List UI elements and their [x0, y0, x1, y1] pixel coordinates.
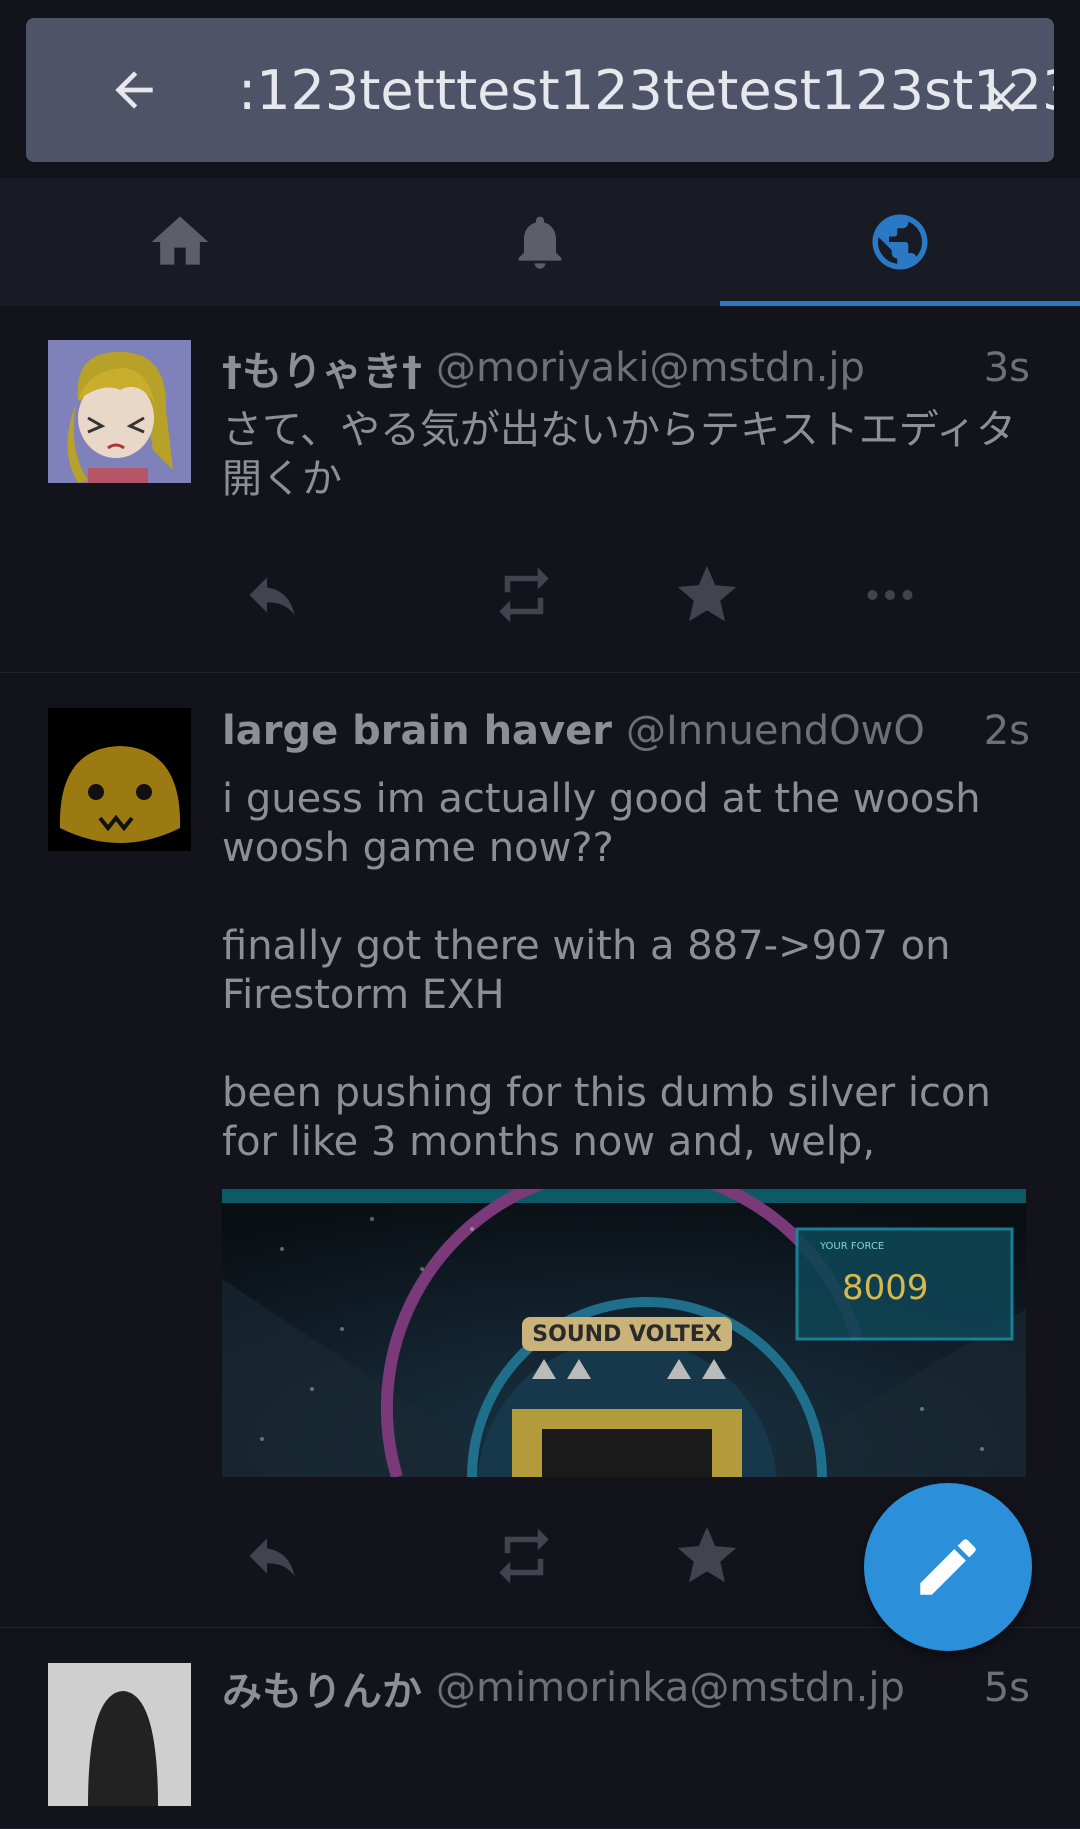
repeat-icon: [499, 1528, 549, 1584]
tab-federated[interactable]: [720, 178, 1080, 306]
reply-button[interactable]: [242, 1526, 333, 1586]
media-screenshot-image: SOUND VOLTEX YOUR FORCE 8009: [222, 1189, 1026, 1477]
media-score: 8009: [842, 1268, 929, 1308]
favourite-button[interactable]: [616, 560, 799, 630]
content-paragraph: さて、やる気が出ないからテキストエディタ開くか: [222, 407, 1016, 502]
timestamp[interactable]: 3s: [984, 345, 1030, 391]
tab-home[interactable]: [0, 178, 360, 306]
repeat-icon: [499, 567, 549, 623]
timestamp[interactable]: 5s: [984, 1665, 1030, 1711]
home-icon: [151, 216, 209, 265]
avatar-image: [48, 1663, 191, 1806]
account-handle[interactable]: @InnuendOwO: [626, 708, 925, 754]
compose-button[interactable]: [864, 1483, 1032, 1651]
clear-search-button[interactable]: [966, 62, 1036, 132]
avatar-blob-image: [48, 708, 191, 851]
status-content: さて、やる気が出ないからテキストエディタ開くか: [222, 406, 1020, 504]
boost-button[interactable]: [433, 1523, 616, 1589]
media-title: SOUND VOLTEX: [532, 1322, 721, 1347]
star-icon: [678, 565, 737, 622]
star-icon: [678, 1526, 737, 1583]
content-paragraph: finally got there with a 887->907 on Fir…: [222, 923, 951, 1018]
globe-icon: [872, 214, 928, 270]
account-handle[interactable]: @moriyaki@mstdn.jp: [436, 345, 865, 391]
search-input[interactable]: [238, 48, 1054, 132]
arrow-left-icon: [115, 71, 153, 109]
media-attachment[interactable]: SOUND VOLTEX YOUR FORCE 8009: [222, 1189, 1026, 1477]
avatar-anime-girl-image: [48, 340, 191, 483]
status-header: †もりゃき† @moriyaki@mstdn.jp 3s: [222, 338, 1030, 398]
status-actions: [222, 550, 982, 640]
tab-notifications[interactable]: [360, 178, 720, 306]
boost-button[interactable]: [433, 562, 616, 628]
content-paragraph: i guess im actually good at the woosh wo…: [222, 776, 981, 871]
account-handle[interactable]: @mimorinka@mstdn.jp: [436, 1665, 905, 1711]
tab-bar: [0, 178, 1080, 306]
more-horizontal-icon: [867, 590, 913, 600]
bell-icon: [518, 216, 562, 269]
favourite-button[interactable]: [616, 1521, 799, 1591]
reply-button[interactable]: [242, 565, 333, 625]
timestamp[interactable]: 2s: [984, 708, 1030, 754]
close-icon: [986, 82, 1016, 112]
status-header: large brain haver @InnuendOwO 2s: [222, 701, 1030, 761]
status-header: みもりんか @mimorinka@mstdn.jp 5s: [222, 1658, 1030, 1718]
reply-icon: [249, 577, 295, 615]
avatar[interactable]: [48, 340, 191, 483]
status-item[interactable]: みもりんか @mimorinka@mstdn.jp 5s: [0, 1628, 1080, 1829]
status-item[interactable]: large brain haver @InnuendOwO 2s i guess…: [0, 673, 1080, 1628]
search-bar: [26, 18, 1054, 162]
status-content: i guess im actually good at the woosh wo…: [222, 775, 1020, 1167]
display-name[interactable]: みもりんか: [222, 1659, 422, 1717]
back-button[interactable]: [84, 54, 184, 126]
content-paragraph: been pushing for this dumb silver icon f…: [222, 1070, 991, 1165]
avatar[interactable]: [48, 1663, 191, 1806]
media-force-label: YOUR FORCE: [819, 1241, 884, 1252]
avatar[interactable]: [48, 708, 191, 851]
status-item[interactable]: †もりゃき† @moriyaki@mstdn.jp 3s さて、やる気が出ないか…: [0, 306, 1080, 673]
more-button[interactable]: [799, 565, 982, 625]
pencil-icon: [920, 1539, 976, 1595]
reply-icon: [249, 1538, 295, 1576]
display-name[interactable]: †もりゃき†: [222, 339, 422, 397]
display-name[interactable]: large brain haver: [222, 708, 612, 754]
